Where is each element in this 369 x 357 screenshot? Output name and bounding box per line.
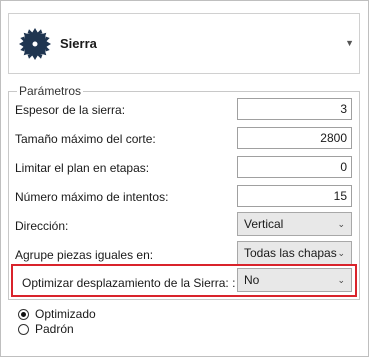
radio-padron[interactable]: Padrón <box>18 322 74 336</box>
direction-value: Vertical <box>244 217 284 231</box>
radio-optimizado[interactable]: Optimizado <box>18 307 96 321</box>
radio-optimizado-label: Optimizado <box>35 307 96 321</box>
max-attempts-label: Número máximo de intentos: <box>15 190 169 204</box>
chevron-down-icon: ⌄ <box>337 248 345 258</box>
optimize-saw-label: Optimizar desplazamiento de la Sierra: : <box>22 276 236 290</box>
optimize-saw-select[interactable]: No ⌄ <box>237 268 352 292</box>
max-cut-input[interactable]: 2800 <box>237 127 352 149</box>
limit-stages-input[interactable]: 0 <box>237 156 352 178</box>
optimize-saw-value: No <box>244 273 260 287</box>
tool-selector[interactable]: Sierra ▼ <box>8 13 360 74</box>
tool-title: Sierra <box>60 36 97 51</box>
radio-checked-icon <box>18 308 29 320</box>
parameters-legend: Parámetros <box>19 84 82 98</box>
saw-blade-icon <box>19 28 51 60</box>
chevron-down-icon: ⌄ <box>337 219 345 229</box>
group-pieces-label: Agrupe piezas iguales en: <box>15 248 154 262</box>
group-pieces-value: Todas las chapas <box>244 246 337 260</box>
max-attempts-input[interactable]: 15 <box>237 185 352 207</box>
radio-padron-label: Padrón <box>35 322 74 336</box>
limit-stages-label: Limitar el plan en etapas: <box>15 161 150 175</box>
max-cut-label: Tamaño máximo del corte: <box>15 132 156 146</box>
thickness-label: Espesor de la sierra: <box>15 103 126 117</box>
chevron-down-icon: ⌄ <box>337 275 345 285</box>
radio-unchecked-icon <box>18 323 29 335</box>
direction-label: Dirección: <box>15 219 69 233</box>
thickness-input[interactable]: 3 <box>237 98 352 120</box>
direction-select[interactable]: Vertical ⌄ <box>237 212 352 236</box>
chevron-down-icon[interactable]: ▼ <box>345 38 354 48</box>
group-pieces-select[interactable]: Todas las chapas ⌄ <box>237 241 352 265</box>
